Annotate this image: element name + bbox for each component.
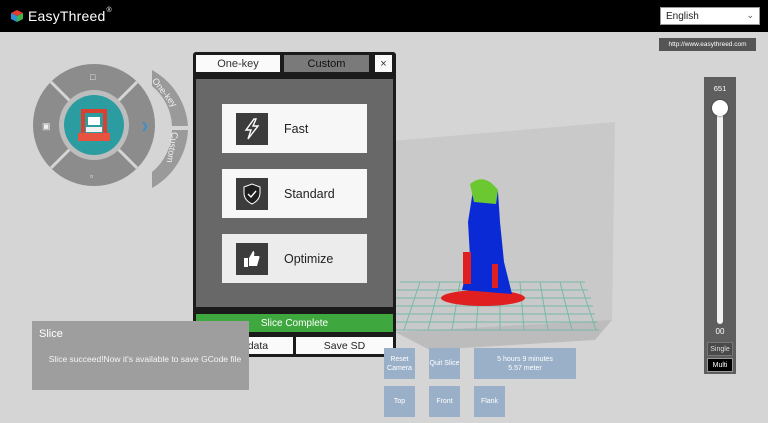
standard-mode-button[interactable]: Standard [222, 169, 367, 218]
brand-logo: EasyThreed ® [10, 6, 112, 26]
flank-view-button[interactable]: Flank [474, 386, 505, 417]
save-sd-button[interactable]: Save SD [296, 337, 393, 354]
tab-custom[interactable]: Custom [284, 55, 369, 72]
layer-slider-panel: 651 00 Single Multi [704, 77, 736, 374]
registered-mark: ® [106, 6, 112, 14]
single-layer-toggle[interactable]: Single [707, 342, 733, 356]
lightning-icon [236, 112, 268, 145]
optimize-mode-label: Optimize [284, 251, 334, 266]
thumbs-up-icon [236, 242, 268, 275]
slice-status-text: Slice Complete [260, 317, 329, 329]
logo-icon [11, 10, 23, 22]
slice-info-panel: Slice Slice succeed!Now it's available t… [32, 321, 249, 390]
delete-icon[interactable]: ▫ [90, 172, 93, 181]
print-stats-box: 5 hours 9 minutes 5.57 meter [474, 348, 576, 379]
filament-length: 5.57 meter [508, 364, 542, 372]
printer-button[interactable] [64, 95, 124, 155]
slice-dialog: One-key Custom × Fast Standard Optimize … [193, 52, 396, 357]
model-support [463, 252, 471, 284]
language-value: English [666, 10, 699, 22]
top-view-button[interactable]: Top [384, 386, 415, 417]
close-icon: × [380, 57, 387, 70]
shield-check-icon [236, 177, 268, 210]
layer-slider-track[interactable] [717, 107, 723, 324]
layer-max-value: 651 [713, 84, 727, 93]
reset-camera-button[interactable]: Reset Camera [384, 348, 415, 379]
layer-slider-thumb[interactable] [712, 100, 728, 116]
model-support [492, 264, 498, 288]
app-name: EasyThreed [28, 8, 106, 24]
info-panel-title: Slice [39, 328, 63, 340]
save-icon[interactable]: ▣ [42, 122, 51, 131]
printer-icon [78, 109, 110, 141]
model-brim [441, 290, 525, 306]
file-icon[interactable]: □ [90, 73, 95, 82]
tab-one-key[interactable]: One-key [196, 55, 280, 72]
optimize-mode-button[interactable]: Optimize [222, 234, 367, 283]
fast-mode-label: Fast [284, 121, 309, 136]
quit-slice-button[interactable]: Quit Slice [429, 348, 460, 379]
language-select[interactable]: English ⌄ [660, 7, 760, 25]
close-button[interactable]: × [375, 55, 392, 72]
info-panel-message: Slice succeed!Now it's available to save… [48, 354, 242, 364]
radial-menu: □ ▣ ▫ ❯ [33, 64, 155, 186]
chevron-down-icon: ⌄ [746, 10, 754, 20]
print-time: 5 hours 9 minutes [497, 355, 553, 363]
layer-min-value: 00 [715, 327, 725, 336]
fast-mode-button[interactable]: Fast [222, 104, 367, 153]
front-view-button[interactable]: Front [429, 386, 460, 417]
slice-mode-panel: Fast Standard Optimize [196, 79, 393, 307]
website-link[interactable]: http://www.easythreed.com [659, 38, 756, 51]
top-bar: EasyThreed ® English ⌄ [0, 0, 768, 32]
standard-mode-label: Standard [284, 186, 335, 201]
multi-layer-toggle[interactable]: Multi [707, 358, 733, 372]
